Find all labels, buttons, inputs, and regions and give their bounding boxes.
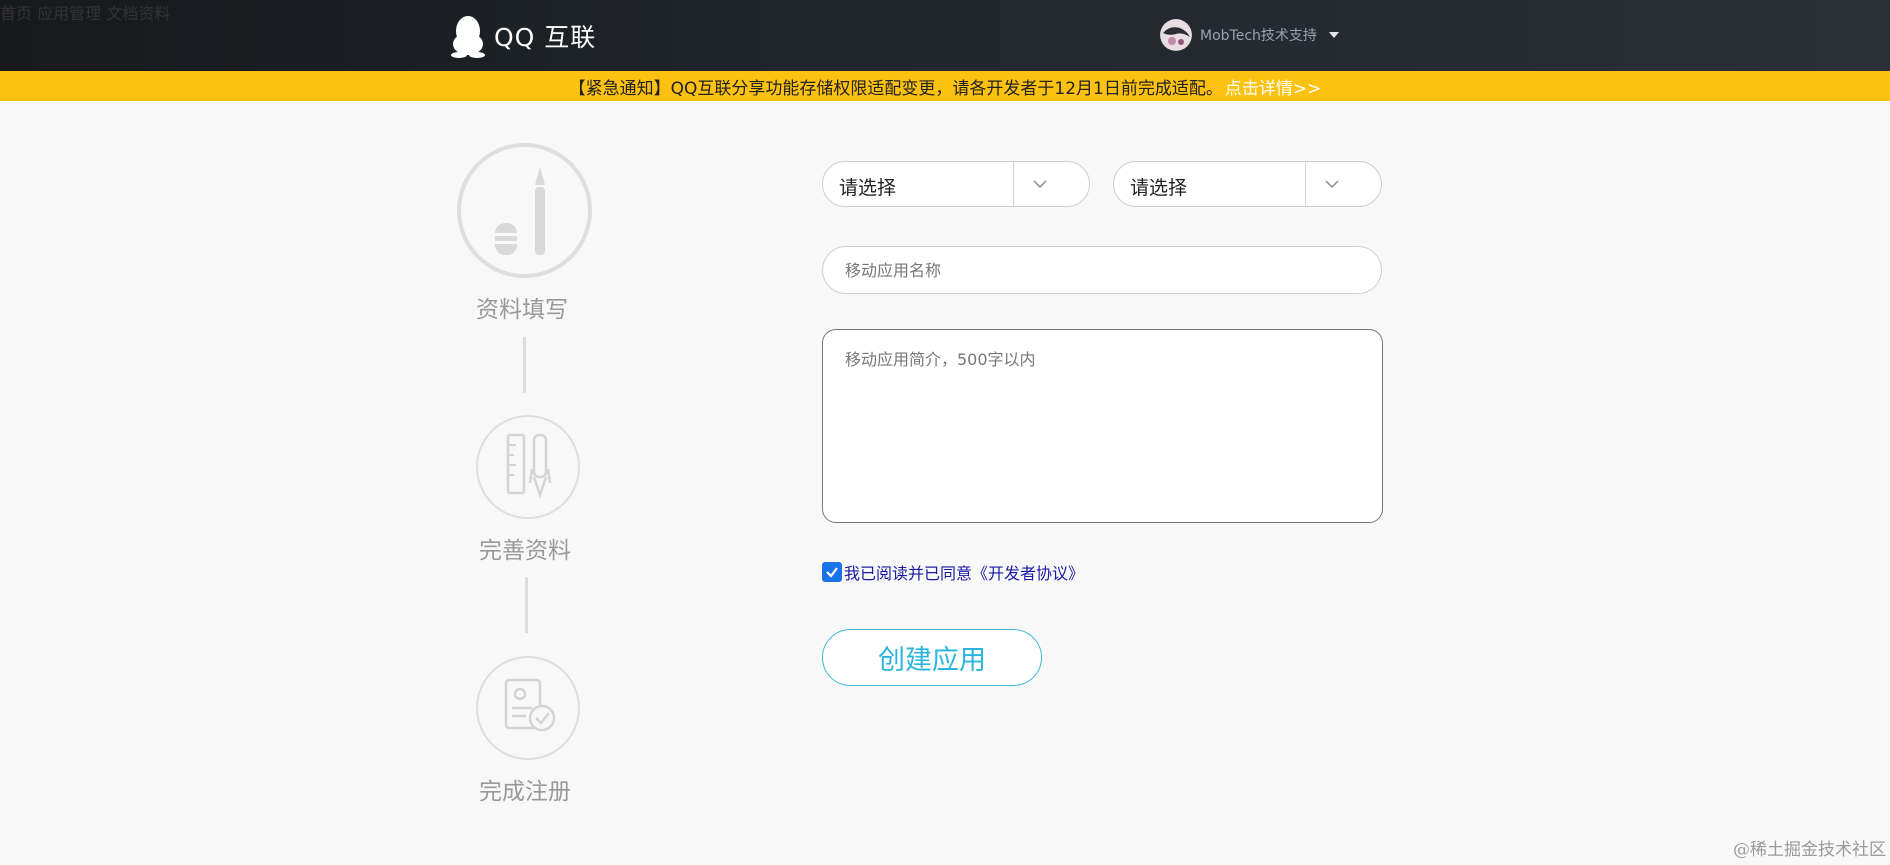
- qq-connect-logo[interactable]: QQ 互联: [450, 13, 596, 59]
- step-2-label: 完善资料: [479, 538, 571, 564]
- step-2-circle: [476, 415, 580, 519]
- avatar: [1160, 19, 1192, 51]
- agreement-checkbox-row[interactable]: 我已阅读并已同意《开发者协议》: [822, 560, 1084, 584]
- category-select-1[interactable]: 请选择: [822, 161, 1090, 207]
- step-1-circle: [457, 143, 592, 278]
- step-connector: [525, 577, 528, 633]
- category-select-2[interactable]: 请选择: [1113, 161, 1382, 207]
- notice-details-link[interactable]: 点击详情>>: [1225, 74, 1322, 99]
- notice-text: 【紧急通知】QQ互联分享功能存储权限适配变更，请各开发者于12月1日前完成适配。: [568, 78, 1223, 99]
- watermark: @稀土掘金技术社区: [1733, 840, 1886, 860]
- logo-text: QQ 互联: [494, 23, 597, 52]
- app-name-input[interactable]: [822, 246, 1382, 294]
- chevron-down-icon: [1328, 32, 1339, 38]
- chevron-down-icon: [1323, 175, 1341, 197]
- qq-penguin-icon: [450, 14, 486, 58]
- nav-app-management[interactable]: 应用管理: [37, 4, 101, 23]
- select-divider: [1305, 162, 1306, 206]
- agreement-link[interactable]: 我已阅读并已同意《开发者协议》: [844, 560, 1084, 584]
- user-menu[interactable]: MobTech技术支持: [1160, 19, 1339, 51]
- chevron-down-icon: [1031, 175, 1049, 197]
- pen-icon: [485, 157, 565, 265]
- nav-documents[interactable]: 文档资料: [106, 4, 170, 23]
- select-divider: [1013, 162, 1014, 206]
- select-value: 请选择: [839, 177, 897, 199]
- step-3-circle: [476, 656, 580, 760]
- step-connector: [523, 337, 526, 393]
- notice-banner: 【紧急通知】QQ互联分享功能存储权限适配变更，请各开发者于12月1日前完成适配。…: [0, 71, 1890, 101]
- step-1-label: 资料填写: [476, 297, 568, 323]
- step-3-label: 完成注册: [479, 779, 571, 805]
- select-value: 请选择: [1130, 177, 1188, 199]
- top-navigation-bar: QQ 互联 首页 应用管理 文档资料 MobTech技术支持: [0, 0, 1890, 71]
- agreement-checkbox[interactable]: [822, 562, 842, 582]
- document-check-icon: [496, 674, 560, 742]
- app-description-textarea[interactable]: [822, 329, 1383, 523]
- nav-home[interactable]: 首页: [0, 4, 32, 23]
- user-name: MobTech技术支持: [1200, 28, 1317, 44]
- create-app-button[interactable]: 创建应用: [822, 629, 1042, 686]
- ruler-pen-icon: [496, 429, 560, 505]
